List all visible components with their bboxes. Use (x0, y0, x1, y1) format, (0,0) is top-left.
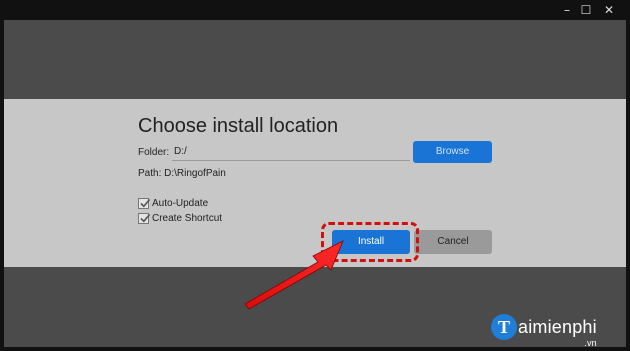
checkbox-checked-icon (138, 198, 151, 209)
logo-t-icon: T (491, 314, 517, 340)
checkbox-checked-icon (138, 213, 151, 224)
auto-update-label: Auto-Update (152, 198, 209, 209)
create-shortcut-label: Create Shortcut (152, 213, 223, 224)
install-button[interactable]: Install (332, 230, 410, 254)
logo-brand: aimienphi (518, 316, 597, 337)
minimize-button[interactable]: – (557, 2, 577, 18)
install-path-text: Path: D:\RingofPain (138, 168, 226, 179)
dialog-title: Choose install location (138, 115, 339, 137)
installer-window: – ☐ ✕ Choose install location Folder: Br… (0, 0, 630, 351)
browse-button[interactable]: Browse (413, 141, 492, 163)
create-shortcut-checkbox[interactable]: Create Shortcut (138, 212, 222, 225)
logo-brand-text: aimienphi .vn (518, 316, 597, 348)
top-backdrop (4, 20, 626, 99)
maximize-button[interactable]: ☐ (576, 2, 596, 18)
logo-tld: .vn (584, 337, 597, 348)
close-button[interactable]: ✕ (599, 2, 619, 18)
watermark-logo: T aimienphi .vn (491, 312, 597, 348)
folder-input[interactable] (172, 143, 410, 161)
title-bar: – ☐ ✕ (0, 0, 630, 20)
auto-update-checkbox[interactable]: Auto-Update (138, 197, 208, 210)
cancel-button[interactable]: Cancel (414, 230, 492, 254)
folder-label: Folder: (138, 147, 170, 158)
